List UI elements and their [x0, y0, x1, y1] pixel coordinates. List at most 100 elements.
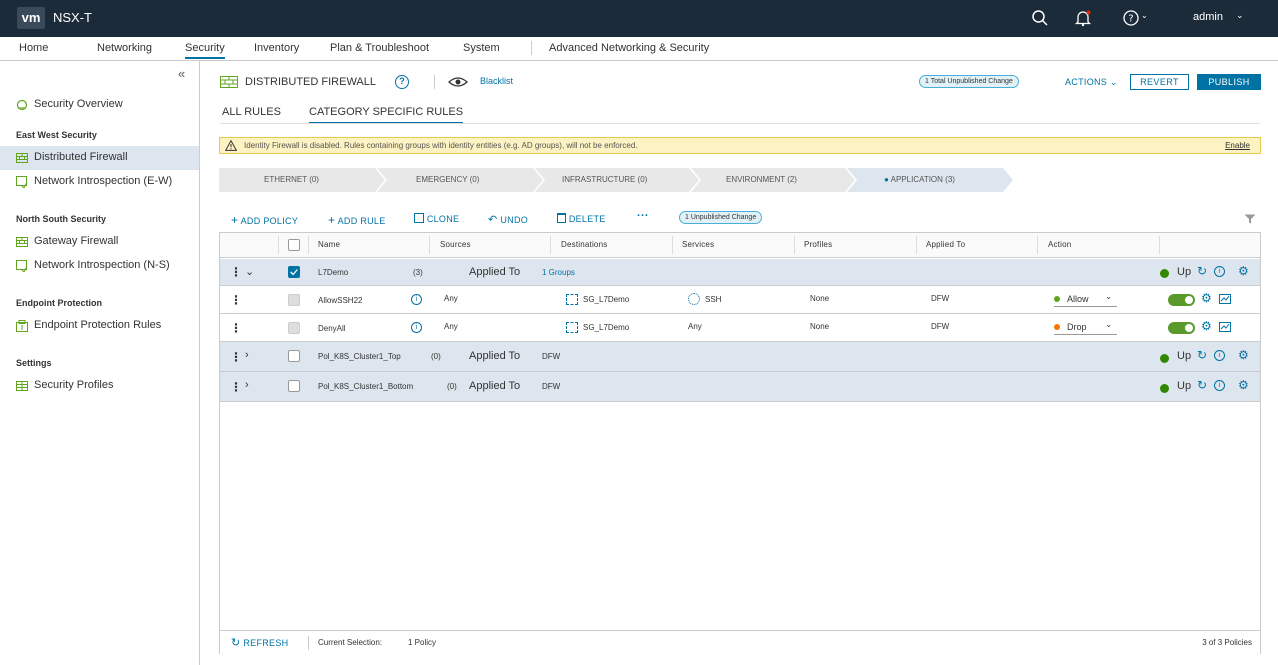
delete-button[interactable]: DELETE: [557, 213, 606, 224]
policy-checkbox[interactable]: [288, 350, 300, 362]
action-select[interactable]: Allow ⌄: [1054, 292, 1117, 307]
sidebar-item-security-overview[interactable]: Security Overview: [0, 93, 199, 117]
nav-networking[interactable]: Networking: [97, 42, 152, 54]
category-emergency[interactable]: EMERGENCY (0): [416, 168, 479, 192]
refresh-button[interactable]: ↻ REFRESH: [231, 636, 288, 649]
rule-name[interactable]: AllowSSH22: [318, 296, 362, 305]
stats-graph-icon[interactable]: [1219, 294, 1231, 304]
rule-profiles[interactable]: None: [810, 294, 829, 303]
user-menu[interactable]: admin: [1193, 11, 1223, 23]
rule-applied-to[interactable]: DFW: [931, 294, 949, 303]
column-header-services[interactable]: Services: [682, 240, 714, 249]
policy-row[interactable]: ⋮ › Pol_K8S_Cluster1_Bottom (0) Applied …: [220, 372, 1260, 402]
info-icon[interactable]: i: [411, 294, 422, 305]
collapse-sidebar-icon[interactable]: «: [178, 66, 185, 81]
stats-graph-icon[interactable]: [1219, 322, 1231, 332]
publish-button[interactable]: PUBLISH: [1197, 74, 1261, 90]
action-select[interactable]: Drop ⌄: [1054, 320, 1117, 335]
clone-button[interactable]: CLONE: [414, 213, 459, 224]
nav-advanced-networking[interactable]: Advanced Networking & Security: [549, 42, 709, 54]
chevron-down-icon[interactable]: ⌄: [245, 265, 254, 278]
gear-icon[interactable]: ⚙: [1238, 348, 1249, 362]
rule-applied-to[interactable]: DFW: [931, 322, 949, 331]
rule-enabled-toggle[interactable]: [1168, 322, 1195, 334]
column-header-name[interactable]: Name: [318, 240, 340, 249]
category-environment[interactable]: ENVIRONMENT (2): [726, 168, 797, 192]
bell-icon[interactable]: [1074, 9, 1092, 27]
refresh-icon[interactable]: ↻: [1197, 348, 1207, 362]
policy-row[interactable]: ⋮ ⌄ L7Demo (3) Applied To 1 Groups Up ↻ …: [220, 259, 1260, 286]
applied-to-value[interactable]: DFW: [542, 352, 560, 361]
kebab-menu-icon[interactable]: ⋮: [230, 266, 242, 278]
policy-row[interactable]: ⋮ › Pol_K8S_Cluster1_Top (0) Applied To …: [220, 342, 1260, 372]
column-header-destinations[interactable]: Destinations: [561, 240, 607, 249]
rule-destinations[interactable]: SG_L7Demo: [583, 323, 629, 332]
rule-services[interactable]: Any: [688, 322, 702, 331]
gear-icon[interactable]: ⚙: [1238, 378, 1249, 392]
eye-icon[interactable]: [448, 76, 468, 88]
sidebar-item-distributed-firewall[interactable]: Distributed Firewall: [0, 146, 199, 170]
column-header-applied-to[interactable]: Applied To: [926, 240, 965, 249]
policy-name[interactable]: Pol_K8S_Cluster1_Bottom: [318, 382, 413, 391]
revert-button[interactable]: REVERT: [1130, 74, 1189, 90]
kebab-menu-icon[interactable]: ⋮: [230, 294, 242, 306]
kebab-menu-icon[interactable]: ⋮: [230, 381, 242, 393]
more-options-icon[interactable]: ···: [637, 210, 649, 222]
tab-all-rules[interactable]: ALL RULES: [222, 106, 281, 118]
undo-button[interactable]: ↶ UNDO: [488, 213, 528, 226]
refresh-icon[interactable]: ↻: [1197, 264, 1207, 278]
sidebar-item-security-profiles[interactable]: Security Profiles: [0, 374, 199, 398]
chevron-right-icon[interactable]: ›: [245, 379, 249, 391]
help-icon[interactable]: ?: [395, 75, 409, 89]
sidebar-item-gateway-firewall[interactable]: Gateway Firewall: [0, 230, 199, 254]
chevron-right-icon[interactable]: ›: [245, 349, 249, 361]
gear-icon[interactable]: ⚙: [1201, 291, 1212, 305]
refresh-icon[interactable]: ↻: [1197, 378, 1207, 392]
policy-checkbox[interactable]: [288, 266, 300, 278]
policy-checkbox[interactable]: [288, 380, 300, 392]
gear-icon[interactable]: ⚙: [1201, 319, 1212, 333]
sidebar-item-network-introspection-ew[interactable]: Network Introspection (E-W): [0, 170, 199, 194]
rule-row[interactable]: ⋮ AllowSSH22 i Any SG_L7Demo SSH None DF…: [220, 286, 1260, 314]
policy-name[interactable]: Pol_K8S_Cluster1_Top: [318, 352, 401, 361]
add-rule-button[interactable]: + ADD RULE: [328, 213, 386, 227]
applied-to-groups-link[interactable]: 1 Groups: [542, 268, 575, 277]
rule-profiles[interactable]: None: [810, 322, 829, 331]
rule-services[interactable]: SSH: [705, 295, 721, 304]
blacklist-link[interactable]: Blacklist: [480, 76, 513, 86]
info-icon[interactable]: i: [1214, 266, 1225, 277]
nav-inventory[interactable]: Inventory: [254, 42, 299, 54]
search-icon[interactable]: [1031, 9, 1049, 27]
column-header-action[interactable]: Action: [1048, 240, 1071, 249]
column-header-profiles[interactable]: Profiles: [804, 240, 832, 249]
rule-row[interactable]: ⋮ DenyAll i Any SG_L7Demo Any None DFW D…: [220, 314, 1260, 342]
rule-sources[interactable]: Any: [444, 322, 458, 331]
info-icon[interactable]: i: [1214, 350, 1225, 361]
sidebar-item-network-introspection-ns[interactable]: Network Introspection (N-S): [0, 254, 199, 278]
nav-system[interactable]: System: [463, 42, 500, 54]
applied-to-value[interactable]: DFW: [542, 382, 560, 391]
info-icon[interactable]: i: [1214, 380, 1225, 391]
category-ethernet[interactable]: ETHERNET (0): [264, 168, 319, 192]
add-policy-button[interactable]: + ADD POLICY: [231, 213, 298, 227]
column-header-sources[interactable]: Sources: [440, 240, 471, 249]
kebab-menu-icon[interactable]: ⋮: [230, 322, 242, 334]
nav-security[interactable]: Security: [185, 42, 225, 59]
category-infrastructure[interactable]: INFRASTRUCTURE (0): [562, 168, 647, 192]
tab-category-specific-rules[interactable]: CATEGORY SPECIFIC RULES: [309, 106, 464, 124]
rule-sources[interactable]: Any: [444, 294, 458, 303]
nav-home[interactable]: Home: [19, 42, 48, 54]
enable-identity-firewall-link[interactable]: Enable: [1225, 141, 1250, 150]
filter-icon[interactable]: [1244, 214, 1256, 224]
help-icon[interactable]: ?: [1122, 9, 1140, 27]
rule-destinations[interactable]: SG_L7Demo: [583, 295, 629, 304]
kebab-menu-icon[interactable]: ⋮: [230, 351, 242, 363]
actions-menu[interactable]: ACTIONS ⌄: [1065, 77, 1118, 88]
rule-name[interactable]: DenyAll: [318, 324, 346, 333]
select-all-checkbox[interactable]: [288, 239, 300, 251]
gear-icon[interactable]: ⚙: [1238, 264, 1249, 278]
info-icon[interactable]: i: [411, 322, 422, 333]
rule-enabled-toggle[interactable]: [1168, 294, 1195, 306]
nav-plan-troubleshoot[interactable]: Plan & Troubleshoot: [330, 42, 429, 54]
policy-name[interactable]: L7Demo: [318, 268, 348, 277]
